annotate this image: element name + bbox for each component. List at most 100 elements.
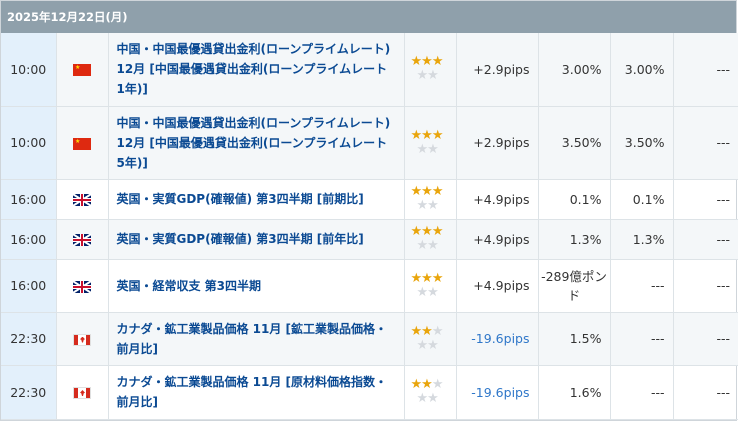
previous-value: --- xyxy=(673,179,738,220)
forecast-value: 1.3% xyxy=(610,219,674,260)
star-icon: ★ xyxy=(416,238,429,253)
event-link[interactable]: 英国・実質GDP(確報値) 第3四半期 [前年比] xyxy=(108,219,405,260)
canada-flag-icon xyxy=(73,333,91,346)
star-icon: ★ xyxy=(421,224,433,239)
actual-value: 1.6% xyxy=(538,365,611,420)
uk-flag-icon xyxy=(73,194,91,206)
previous-value: --- xyxy=(673,312,738,366)
pips-change: +2.9pips xyxy=(456,33,539,107)
star-icon: ★ xyxy=(416,68,429,84)
country-flag-cell: ★ xyxy=(56,33,109,107)
star-icon: ★ xyxy=(427,68,439,84)
uk-flag-icon xyxy=(73,234,91,246)
event-time: 16:00 xyxy=(1,219,57,260)
star-icon: ★ xyxy=(427,284,439,300)
star-icon: ★ xyxy=(431,270,444,286)
table-row: 22:30 カナダ・鉱工業製品価格 11月 [原材料価格指数・前月比] ★★★ ★… xyxy=(1,365,738,420)
country-flag-cell xyxy=(56,312,109,366)
table-row: 22:30 カナダ・鉱工業製品価格 11月 [鉱工業製品価格・前月比] ★★★ ★… xyxy=(1,312,738,366)
country-flag-cell xyxy=(56,219,109,260)
star-icon: ★ xyxy=(421,127,433,143)
importance-stars: ★★★ ★★ xyxy=(404,106,457,180)
date-header: 2025年12月22日(月) xyxy=(1,1,736,33)
previous-value: --- xyxy=(673,259,738,313)
importance-stars: ★★★ ★★ xyxy=(404,312,457,366)
country-flag-cell xyxy=(56,179,109,220)
pips-change: +4.9pips xyxy=(456,179,539,220)
china-flag-icon: ★ xyxy=(73,64,91,77)
forecast-value: 3.00% xyxy=(610,33,674,107)
event-time: 16:00 xyxy=(1,179,57,220)
star-icon: ★ xyxy=(427,337,439,353)
forecast-value: --- xyxy=(610,365,674,420)
star-icon: ★ xyxy=(431,184,444,199)
event-link[interactable]: 英国・実質GDP(確報値) 第3四半期 [前期比] xyxy=(108,179,405,220)
star-icon: ★ xyxy=(427,238,439,253)
event-link[interactable]: 英国・経常収支 第3四半期 xyxy=(108,259,405,313)
uk-flag-icon xyxy=(73,280,91,293)
economic-calendar: 2025年12月22日(月) 10:00 ★ 中国・中国最優遇貸出金利(ローンプ… xyxy=(0,0,738,421)
actual-value: 1.5% xyxy=(538,312,611,366)
importance-stars: ★★★ ★★ xyxy=(404,219,457,260)
star-icon: ★ xyxy=(416,284,429,300)
pips-change: +4.9pips xyxy=(456,259,539,313)
event-time: 22:30 xyxy=(1,365,57,420)
country-flag-cell: ★ xyxy=(56,106,109,180)
star-icon: ★ xyxy=(431,54,444,70)
pips-change: -19.6pips xyxy=(456,365,539,420)
event-link[interactable]: カナダ・鉱工業製品価格 11月 [原材料価格指数・前月比] xyxy=(108,365,405,420)
actual-value: 1.3% xyxy=(538,219,611,260)
star-icon: ★ xyxy=(427,198,439,213)
actual-value: -289億ポンド xyxy=(538,259,611,313)
star-icon: ★ xyxy=(421,323,433,339)
forecast-value: --- xyxy=(610,259,674,313)
event-time: 16:00 xyxy=(1,259,57,313)
pips-change: +4.9pips xyxy=(456,219,539,260)
star-icon: ★ xyxy=(421,184,433,199)
importance-stars: ★★★ ★★ xyxy=(404,365,457,420)
star-icon: ★ xyxy=(416,337,429,353)
star-icon: ★ xyxy=(410,323,423,339)
previous-value: --- xyxy=(673,33,738,107)
previous-value: --- xyxy=(673,219,738,260)
china-flag-icon: ★ xyxy=(73,137,91,150)
country-flag-cell xyxy=(56,259,109,313)
star-icon: ★ xyxy=(416,391,429,406)
country-flag-cell xyxy=(56,365,109,420)
importance-stars: ★★★ ★★ xyxy=(404,179,457,220)
star-icon: ★ xyxy=(427,141,439,157)
star-icon: ★ xyxy=(431,224,444,239)
star-icon: ★ xyxy=(431,127,444,143)
event-time: 22:30 xyxy=(1,312,57,366)
events-table: 10:00 ★ 中国・中国最優遇貸出金利(ローンプライムレート) 12月 [中国… xyxy=(1,33,738,420)
importance-stars: ★★★ ★★ xyxy=(404,259,457,313)
star-icon: ★ xyxy=(421,54,433,70)
importance-stars: ★★★ ★★ xyxy=(404,33,457,107)
forecast-value: --- xyxy=(610,312,674,366)
star-icon: ★ xyxy=(410,270,423,286)
star-icon: ★ xyxy=(410,127,423,143)
star-icon: ★ xyxy=(431,377,444,392)
star-icon: ★ xyxy=(410,184,423,199)
event-link[interactable]: 中国・中国最優遇貸出金利(ローンプライムレート) 12月 [中国最優遇貸出金利(… xyxy=(108,106,405,180)
table-row: 16:00 英国・実質GDP(確報値) 第3四半期 [前期比] ★★★ ★★ +4… xyxy=(1,179,738,220)
event-time: 10:00 xyxy=(1,106,57,180)
previous-value: --- xyxy=(673,365,738,420)
star-icon: ★ xyxy=(416,141,429,157)
event-time: 10:00 xyxy=(1,33,57,107)
star-icon: ★ xyxy=(416,198,429,213)
forecast-value: 0.1% xyxy=(610,179,674,220)
forecast-value: 3.50% xyxy=(610,106,674,180)
star-icon: ★ xyxy=(410,224,423,239)
table-row: 10:00 ★ 中国・中国最優遇貸出金利(ローンプライムレート) 12月 [中国… xyxy=(1,106,738,180)
star-icon: ★ xyxy=(421,270,433,286)
actual-value: 3.00% xyxy=(538,33,611,107)
pips-change: -19.6pips xyxy=(456,312,539,366)
table-row: 10:00 ★ 中国・中国最優遇貸出金利(ローンプライムレート) 12月 [中国… xyxy=(1,33,738,107)
star-icon: ★ xyxy=(421,377,433,392)
star-icon: ★ xyxy=(410,377,423,392)
table-row: 16:00 英国・経常収支 第3四半期 ★★★ ★★ +4.9pips -289億… xyxy=(1,259,738,313)
event-link[interactable]: 中国・中国最優遇貸出金利(ローンプライムレート) 12月 [中国最優遇貸出金利(… xyxy=(108,33,405,107)
canada-flag-icon xyxy=(73,387,91,399)
event-link[interactable]: カナダ・鉱工業製品価格 11月 [鉱工業製品価格・前月比] xyxy=(108,312,405,366)
